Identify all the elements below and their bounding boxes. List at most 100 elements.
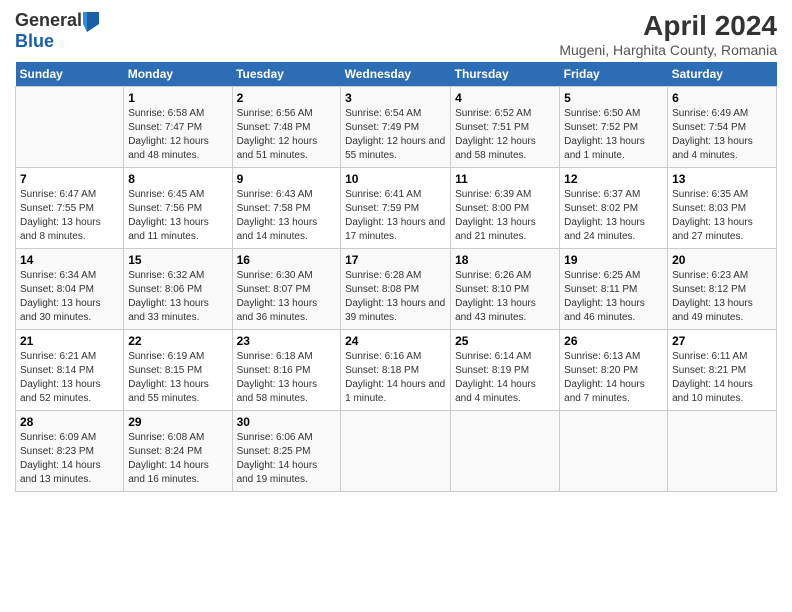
calendar-week-row: 21Sunrise: 6:21 AM Sunset: 8:14 PM Dayli… (16, 330, 777, 411)
day-info: Sunrise: 6:19 AM Sunset: 8:15 PM Dayligh… (128, 350, 227, 406)
calendar-cell: 22 Sunrise: 6:19 AM Sunset: 8:15 PM Dayli… (124, 330, 232, 411)
day-info: Sunrise: 6:28 AM Sunset: 8:08 PM Dayligh… (345, 269, 446, 325)
day-info: Sunrise: 6:09 AM Sunset: 8:23 PM Dayligh… (20, 431, 119, 487)
day-number: 17 (345, 253, 446, 267)
calendar-cell: 3 Sunrise: 6:54 AM Sunset: 7:49 PM Daylig… (341, 87, 451, 168)
day-info: Sunrise: 6:26 AM Sunset: 8:10 PM Dayligh… (455, 269, 555, 325)
calendar-cell: 20 Sunrise: 6:23 AM Sunset: 8:12 PM Dayli… (668, 249, 777, 330)
calendar-cell (560, 411, 668, 492)
day-number: 23 (237, 334, 337, 348)
day-header-saturday: Saturday (668, 62, 777, 87)
calendar-cell: 18 Sunrise: 6:26 AM Sunset: 8:10 PM Dayli… (451, 249, 560, 330)
day-number: 22 (128, 334, 227, 348)
day-number: 9 (237, 172, 337, 186)
day-info: Sunrise: 6:16 AM Sunset: 8:18 PM Dayligh… (345, 350, 446, 406)
calendar-cell: 9 Sunrise: 6:43 AM Sunset: 7:58 PM Daylig… (232, 168, 341, 249)
day-number: 30 (237, 415, 337, 429)
day-number: 6 (672, 91, 772, 105)
calendar-cell: 24 Sunrise: 6:16 AM Sunset: 8:18 PM Dayli… (341, 330, 451, 411)
day-header-sunday: Sunday (16, 62, 124, 87)
calendar-cell: 10Sunrise: 6:41 AM Sunset: 7:59 PM Dayli… (341, 168, 451, 249)
day-info: Sunrise: 6:50 AM Sunset: 7:52 PM Dayligh… (564, 107, 663, 163)
day-number: 29 (128, 415, 227, 429)
day-number: 5 (564, 91, 663, 105)
day-number: 1 (128, 91, 227, 105)
day-info: Sunrise: 6:52 AM Sunset: 7:51 PM Dayligh… (455, 107, 555, 163)
calendar-cell (451, 411, 560, 492)
calendar-week-row: 28 Sunrise: 6:09 AM Sunset: 8:23 PM Dayli… (16, 411, 777, 492)
calendar-week-row: 7Sunrise: 6:47 AM Sunset: 7:55 PM Daylig… (16, 168, 777, 249)
day-number: 7 (20, 172, 119, 186)
day-header-monday: Monday (124, 62, 232, 87)
calendar-table: SundayMondayTuesdayWednesdayThursdayFrid… (15, 62, 777, 492)
day-number: 14 (20, 253, 119, 267)
logo-blue-text: Blue (15, 31, 54, 51)
header: General Blue April 2024 Mugeni, Harghita… (15, 10, 777, 58)
calendar-cell: 17 Sunrise: 6:28 AM Sunset: 8:08 PM Dayli… (341, 249, 451, 330)
day-header-tuesday: Tuesday (232, 62, 341, 87)
calendar-cell: 21Sunrise: 6:21 AM Sunset: 8:14 PM Dayli… (16, 330, 124, 411)
day-info: Sunrise: 6:41 AM Sunset: 7:59 PM Dayligh… (345, 188, 446, 244)
logo-general-text: General (15, 11, 82, 31)
calendar-cell: 26 Sunrise: 6:13 AM Sunset: 8:20 PM Dayli… (560, 330, 668, 411)
calendar-cell: 23Sunrise: 6:18 AM Sunset: 8:16 PM Dayli… (232, 330, 341, 411)
calendar-cell: 14Sunrise: 6:34 AM Sunset: 8:04 PM Dayli… (16, 249, 124, 330)
day-number: 27 (672, 334, 772, 348)
day-number: 26 (564, 334, 663, 348)
calendar-cell: 11Sunrise: 6:39 AM Sunset: 8:00 PM Dayli… (451, 168, 560, 249)
day-info: Sunrise: 6:54 AM Sunset: 7:49 PM Dayligh… (345, 107, 446, 163)
day-info: Sunrise: 6:30 AM Sunset: 8:07 PM Dayligh… (237, 269, 337, 325)
day-number: 3 (345, 91, 446, 105)
day-info: Sunrise: 6:32 AM Sunset: 8:06 PM Dayligh… (128, 269, 227, 325)
day-number: 25 (455, 334, 555, 348)
day-info: Sunrise: 6:43 AM Sunset: 7:58 PM Dayligh… (237, 188, 337, 244)
day-info: Sunrise: 6:11 AM Sunset: 8:21 PM Dayligh… (672, 350, 772, 406)
calendar-cell: 27 Sunrise: 6:11 AM Sunset: 8:21 PM Dayli… (668, 330, 777, 411)
calendar-cell: 1 Sunrise: 6:58 AM Sunset: 7:47 PM Daylig… (124, 87, 232, 168)
day-number: 24 (345, 334, 446, 348)
calendar-cell: 25Sunrise: 6:14 AM Sunset: 8:19 PM Dayli… (451, 330, 560, 411)
day-info: Sunrise: 6:35 AM Sunset: 8:03 PM Dayligh… (672, 188, 772, 244)
day-number: 13 (672, 172, 772, 186)
day-info: Sunrise: 6:08 AM Sunset: 8:24 PM Dayligh… (128, 431, 227, 487)
day-number: 12 (564, 172, 663, 186)
calendar-cell: 2 Sunrise: 6:56 AM Sunset: 7:48 PM Daylig… (232, 87, 341, 168)
calendar-cell (341, 411, 451, 492)
calendar-header-row: SundayMondayTuesdayWednesdayThursdayFrid… (16, 62, 777, 87)
day-header-friday: Friday (560, 62, 668, 87)
day-number: 19 (564, 253, 663, 267)
day-number: 18 (455, 253, 555, 267)
day-info: Sunrise: 6:06 AM Sunset: 8:25 PM Dayligh… (237, 431, 337, 487)
day-info: Sunrise: 6:45 AM Sunset: 7:56 PM Dayligh… (128, 188, 227, 244)
logo: General Blue (15, 10, 99, 52)
page-container: General Blue April 2024 Mugeni, Harghita… (0, 0, 792, 502)
day-number: 2 (237, 91, 337, 105)
day-info: Sunrise: 6:23 AM Sunset: 8:12 PM Dayligh… (672, 269, 772, 325)
calendar-cell: 29 Sunrise: 6:08 AM Sunset: 8:24 PM Dayli… (124, 411, 232, 492)
calendar-cell: 6 Sunrise: 6:49 AM Sunset: 7:54 PM Daylig… (668, 87, 777, 168)
day-info: Sunrise: 6:25 AM Sunset: 8:11 PM Dayligh… (564, 269, 663, 325)
calendar-cell: 5 Sunrise: 6:50 AM Sunset: 7:52 PM Daylig… (560, 87, 668, 168)
day-number: 8 (128, 172, 227, 186)
calendar-cell: 19 Sunrise: 6:25 AM Sunset: 8:11 PM Dayli… (560, 249, 668, 330)
calendar-cell: 30 Sunrise: 6:06 AM Sunset: 8:25 PM Dayli… (232, 411, 341, 492)
day-number: 21 (20, 334, 119, 348)
calendar-cell: 7Sunrise: 6:47 AM Sunset: 7:55 PM Daylig… (16, 168, 124, 249)
calendar-week-row: 1 Sunrise: 6:58 AM Sunset: 7:47 PM Daylig… (16, 87, 777, 168)
day-info: Sunrise: 6:13 AM Sunset: 8:20 PM Dayligh… (564, 350, 663, 406)
calendar-week-row: 14Sunrise: 6:34 AM Sunset: 8:04 PM Dayli… (16, 249, 777, 330)
day-number: 28 (20, 415, 119, 429)
calendar-cell: 28 Sunrise: 6:09 AM Sunset: 8:23 PM Dayli… (16, 411, 124, 492)
day-number: 20 (672, 253, 772, 267)
page-subtitle: Mugeni, Harghita County, Romania (559, 42, 777, 58)
title-block: April 2024 Mugeni, Harghita County, Roma… (559, 10, 777, 58)
day-header-wednesday: Wednesday (341, 62, 451, 87)
day-info: Sunrise: 6:58 AM Sunset: 7:47 PM Dayligh… (128, 107, 227, 163)
calendar-cell: 12Sunrise: 6:37 AM Sunset: 8:02 PM Dayli… (560, 168, 668, 249)
calendar-cell: 13 Sunrise: 6:35 AM Sunset: 8:03 PM Dayli… (668, 168, 777, 249)
day-info: Sunrise: 6:56 AM Sunset: 7:48 PM Dayligh… (237, 107, 337, 163)
day-info: Sunrise: 6:49 AM Sunset: 7:54 PM Dayligh… (672, 107, 772, 163)
logo-icon (83, 10, 99, 32)
day-number: 4 (455, 91, 555, 105)
calendar-cell: 4 Sunrise: 6:52 AM Sunset: 7:51 PM Daylig… (451, 87, 560, 168)
